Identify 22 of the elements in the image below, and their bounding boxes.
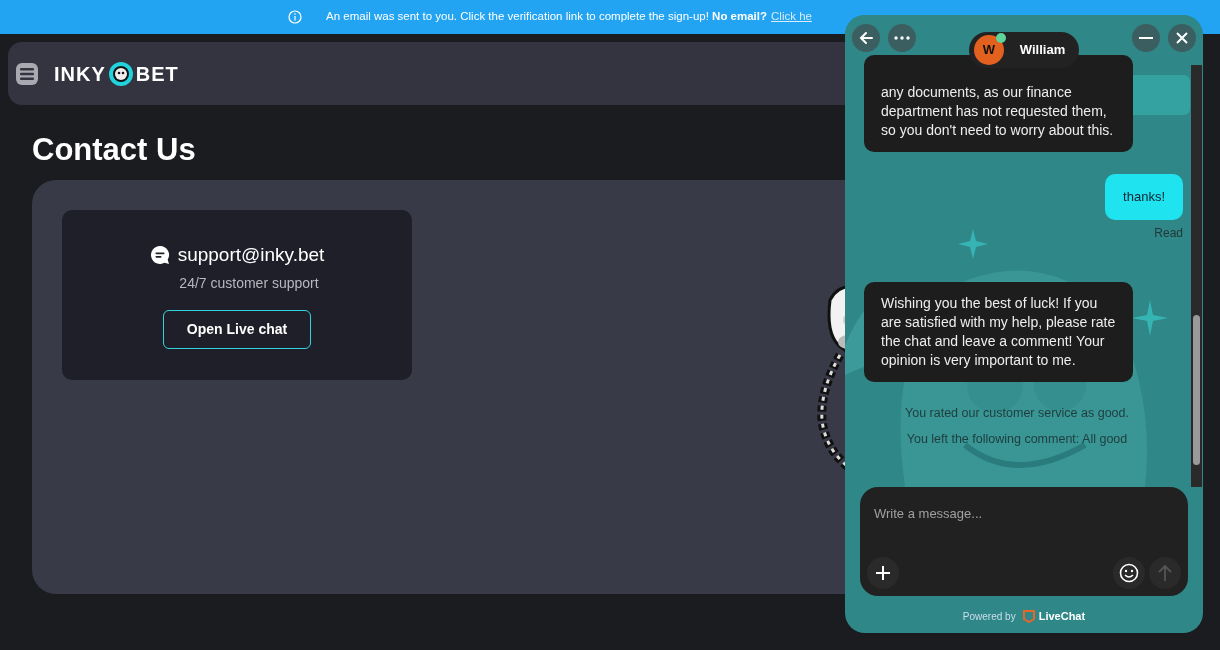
smiley-icon [1119, 563, 1139, 583]
scrollbar[interactable] [1191, 65, 1202, 487]
plus-icon [875, 565, 891, 581]
menu-button[interactable] [16, 62, 38, 85]
page-title: Contact Us [32, 131, 196, 169]
menu-icon [20, 67, 34, 80]
support-email: support@inky.bet [177, 242, 325, 267]
livechat-logo-icon [1022, 609, 1035, 623]
livechat-brand[interactable]: LiveChat [1038, 608, 1086, 625]
banner-message: An email was sent to you. Click the verification link to complete the sign-up! No email? [326, 9, 768, 25]
emoji-button[interactable] [1113, 557, 1145, 589]
site-logo[interactable]: INKY BET [54, 58, 179, 89]
support-hours: 24/7 customer support [179, 274, 319, 294]
message-field[interactable]: Write a message... [860, 487, 1188, 541]
info-icon [288, 10, 302, 24]
scrollbar-thumb[interactable] [1193, 315, 1200, 465]
powered-by-label: Powered by [962, 609, 1016, 624]
up-arrow-icon [1157, 564, 1173, 582]
attach-button[interactable] [867, 557, 899, 589]
chat-icon [149, 245, 170, 266]
open-live-chat-button[interactable]: Open Live chat [162, 310, 312, 350]
message-composer[interactable]: Write a message... [860, 487, 1188, 596]
